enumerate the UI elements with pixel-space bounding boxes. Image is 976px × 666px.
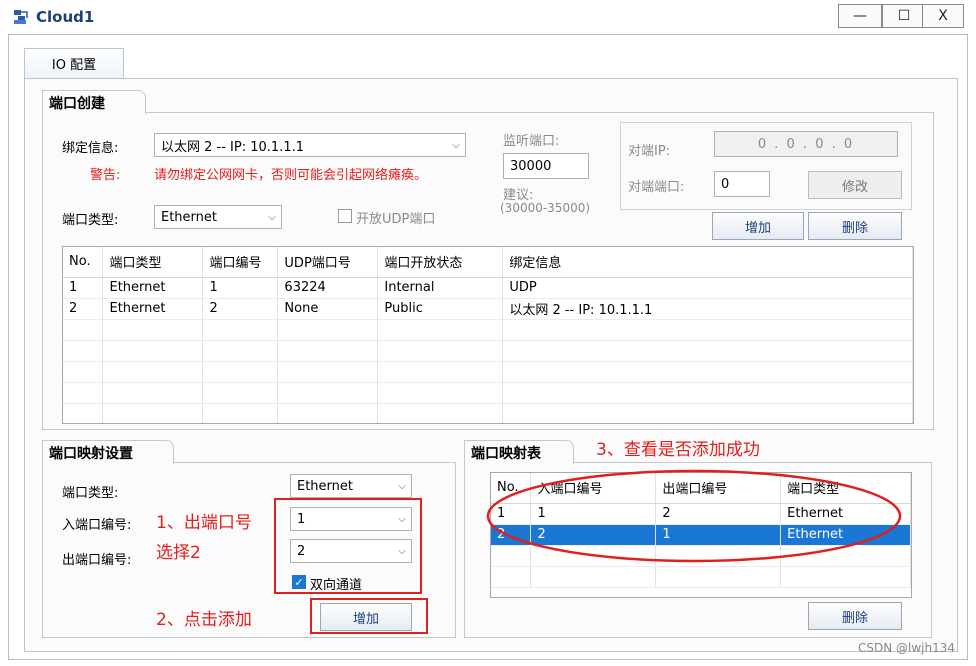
empty-row <box>63 340 913 362</box>
delete-port-button[interactable]: 删除 <box>808 212 902 240</box>
col-header[interactable]: UDP端口号 <box>277 247 379 278</box>
annotation-ellipse <box>486 469 902 563</box>
table-cell: Public <box>377 298 504 320</box>
annotation-box-ports <box>274 498 422 594</box>
close-button[interactable]: X <box>922 4 964 28</box>
cloud-app-icon <box>14 10 28 24</box>
table-cell: Ethernet <box>102 277 204 299</box>
watermark: CSDN @lwjh134 <box>858 641 956 655</box>
table-cell: Internal <box>377 277 504 299</box>
annotation-step1-detail: 选择2 <box>156 543 201 563</box>
tab-io-config[interactable]: IO 配置 <box>24 48 124 78</box>
col-header[interactable]: 绑定信息 <box>502 247 913 278</box>
out-port-label: 出端口编号: <box>62 553 132 568</box>
suggest-range: (30000-35000) <box>500 201 591 215</box>
table-cell: UDP <box>502 277 913 299</box>
table-cell: 1 <box>63 277 104 299</box>
empty-row <box>63 319 913 341</box>
chevron-down-icon: ⌵ <box>398 480 406 492</box>
col-header[interactable]: No. <box>63 247 104 278</box>
map-type-value: Ethernet <box>297 478 353 494</box>
listen-port-input[interactable]: 30000 <box>503 153 589 179</box>
annotation-step1: 1、出端口号 <box>156 513 252 533</box>
port-create-title: 端口创建 <box>42 90 146 114</box>
close-icon: X <box>938 8 948 24</box>
in-port-label: 入端口编号: <box>62 518 132 533</box>
annotation-box-add <box>310 598 428 634</box>
port-type-value: Ethernet <box>161 209 217 225</box>
maximize-icon: ☐ <box>897 8 911 24</box>
peer-port-input[interactable]: 0 <box>714 171 770 197</box>
mapping-settings-title: 端口映射设置 <box>42 440 174 464</box>
bind-info-label: 绑定信息: <box>62 141 119 156</box>
table-cell: 2 <box>202 298 279 320</box>
delete-mapping-button[interactable]: 删除 <box>808 602 902 630</box>
table-cell: None <box>277 298 379 320</box>
bind-info-select[interactable]: 以太网 2 -- IP: 10.1.1.1 ⌵ <box>154 133 466 157</box>
add-port-button[interactable]: 增加 <box>712 212 804 240</box>
table-row[interactable]: 2 Ethernet 2 None Public 以太网 2 -- IP: 10… <box>63 298 913 320</box>
empty-row <box>63 403 913 423</box>
col-header[interactable]: 端口开放状态 <box>377 247 504 278</box>
col-header[interactable]: 端口类型 <box>102 247 204 278</box>
minimize-icon: — <box>853 8 867 24</box>
table-header-row: No. 端口类型 端口编号 UDP端口号 端口开放状态 绑定信息 <box>63 247 913 278</box>
warning-text: 请勿绑定公网网卡，否则可能会引起网络瘫痪。 <box>154 168 428 183</box>
annotation-step2: 2、点击添加 <box>156 610 252 630</box>
bind-info-value: 以太网 2 -- IP: 10.1.1.1 <box>161 139 304 155</box>
table-cell: 1 <box>202 277 279 299</box>
annotation-step3: 3、查看是否添加成功 <box>596 440 760 460</box>
warning-label: 警告: <box>90 168 121 183</box>
peer-ip-label: 对端IP: <box>628 144 671 159</box>
chevron-down-icon: ⌵ <box>452 139 460 151</box>
col-header[interactable]: 端口编号 <box>202 247 279 278</box>
table-cell: 以太网 2 -- IP: 10.1.1.1 <box>502 298 913 320</box>
mapping-table-title: 端口映射表 <box>464 440 574 464</box>
port-type-label: 端口类型: <box>62 213 119 228</box>
empty-row <box>63 382 913 404</box>
table-row[interactable]: 1 Ethernet 1 63224 Internal UDP <box>63 277 913 299</box>
title-bar: Cloud1 — ☐ X <box>0 0 976 34</box>
peer-ip-input[interactable]: 0 . 0 . 0 . 0 <box>714 131 898 157</box>
minimize-button[interactable]: — <box>838 4 882 28</box>
chevron-down-icon: ⌵ <box>268 211 276 223</box>
maximize-button[interactable]: ☐ <box>882 4 926 28</box>
table-cell: 63224 <box>277 277 379 299</box>
empty-row <box>63 361 913 383</box>
map-type-label: 端口类型: <box>62 486 119 501</box>
port-list-table[interactable]: No. 端口类型 端口编号 UDP端口号 端口开放状态 绑定信息 1 Ether… <box>62 246 914 424</box>
window-title: Cloud1 <box>36 8 95 26</box>
udp-checkbox[interactable] <box>338 209 352 223</box>
map-type-select[interactable]: Ethernet ⌵ <box>290 474 412 498</box>
empty-row <box>491 566 911 588</box>
udp-checkbox-label: 开放UDP端口 <box>356 212 436 227</box>
modify-button[interactable]: 修改 <box>808 171 902 199</box>
port-type-select[interactable]: Ethernet ⌵ <box>154 205 282 229</box>
table-cell: 2 <box>63 298 104 320</box>
listen-port-label: 监听端口: <box>503 134 560 149</box>
table-cell: Ethernet <box>102 298 204 320</box>
peer-port-label: 对端端口: <box>628 180 685 195</box>
